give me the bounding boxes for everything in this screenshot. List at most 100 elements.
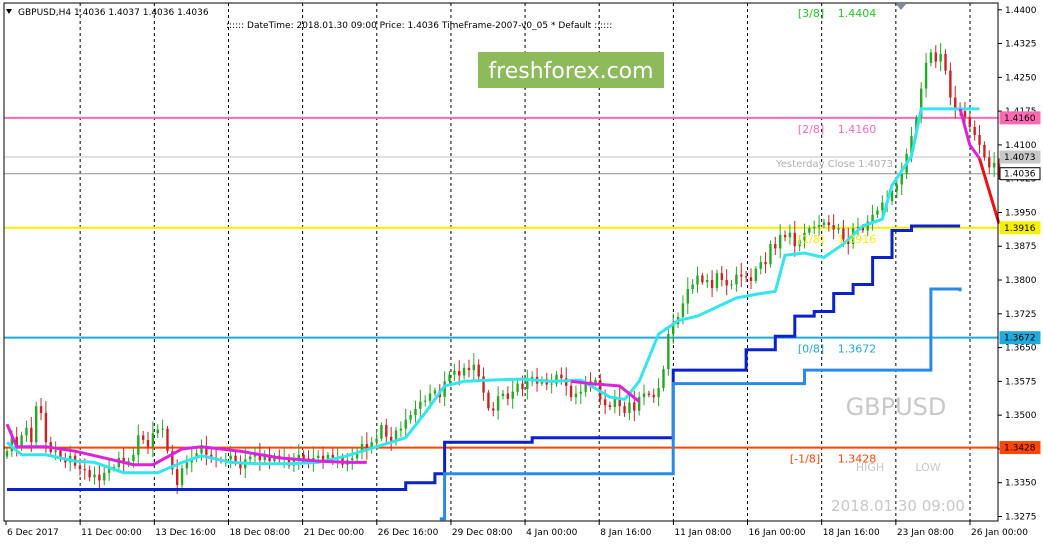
candle-body bbox=[876, 210, 879, 215]
candle-body bbox=[477, 364, 480, 377]
candle-body bbox=[496, 396, 500, 411]
candle-body bbox=[983, 144, 986, 158]
candle-body bbox=[783, 234, 787, 238]
murrey-level-value: 1.3672 bbox=[838, 343, 877, 356]
candle-body bbox=[506, 393, 510, 399]
candle-body bbox=[832, 225, 835, 230]
candle-body bbox=[482, 376, 485, 393]
candle-body bbox=[934, 52, 937, 62]
murrey-level-value: 1.4404 bbox=[838, 7, 877, 20]
murrey-level-value: 1.4160 bbox=[838, 123, 877, 136]
candle-body bbox=[837, 228, 840, 230]
chart-window[interactable]: freshforex.com GBPUSD HIGH LOW 2018.01.30 09… bbox=[0, 0, 1043, 545]
y-tick-label: 1.3500 bbox=[1005, 411, 1037, 421]
symbol-watermark: GBPUSD bbox=[846, 393, 947, 421]
murrey-level-value: 1.3428 bbox=[838, 453, 877, 466]
candle-body bbox=[817, 225, 821, 227]
candle-body bbox=[686, 289, 689, 304]
candle-body bbox=[579, 391, 583, 394]
y-tick-label: 1.3875 bbox=[1005, 242, 1037, 252]
candle-body bbox=[151, 433, 155, 447]
candle-body bbox=[83, 469, 87, 471]
x-tick-label: 26 Jan 00:00 bbox=[971, 528, 1028, 538]
candle-body bbox=[759, 262, 762, 269]
candle-body bbox=[166, 428, 169, 452]
candle-body bbox=[788, 232, 792, 238]
candle-body bbox=[54, 450, 57, 453]
candle-body bbox=[628, 402, 631, 413]
candle-body bbox=[647, 393, 651, 395]
murrey-level-label: [3/8] bbox=[798, 7, 824, 20]
candle-body bbox=[472, 364, 476, 371]
candle-body bbox=[662, 369, 665, 389]
candle-body bbox=[88, 470, 91, 478]
candle-body bbox=[5, 451, 9, 457]
candle-body bbox=[44, 412, 48, 443]
candle-body bbox=[351, 458, 354, 461]
candle-body bbox=[433, 390, 437, 394]
candle-body bbox=[735, 274, 738, 285]
candle-body bbox=[968, 116, 972, 127]
x-tick-label: 11 Dec 00:00 bbox=[81, 528, 142, 538]
candle-body bbox=[526, 381, 529, 390]
candle-body bbox=[749, 277, 753, 281]
candle-body bbox=[701, 275, 704, 283]
candle-body bbox=[696, 275, 699, 285]
candle-body bbox=[774, 243, 777, 249]
scroll-marker-icon bbox=[896, 4, 906, 10]
candle-body bbox=[978, 134, 981, 145]
candle-body bbox=[822, 222, 826, 226]
candle-body bbox=[200, 447, 203, 454]
candle-body bbox=[521, 383, 524, 390]
axis-price-badge-label: 1.3672 bbox=[1004, 334, 1036, 344]
candle-body bbox=[511, 391, 514, 399]
candle-body bbox=[706, 280, 709, 283]
candle-body bbox=[973, 126, 976, 135]
y-tick-label: 1.4325 bbox=[1005, 40, 1037, 50]
y-tick-label: 1.3575 bbox=[1005, 377, 1037, 387]
candle-body bbox=[550, 383, 553, 385]
candle-body bbox=[681, 303, 685, 317]
x-tick-label: 11 Jan 08:00 bbox=[674, 528, 731, 538]
y-tick-label: 1.3650 bbox=[1005, 344, 1037, 354]
candle-body bbox=[487, 392, 490, 409]
candle-body bbox=[691, 284, 694, 290]
murrey-level-label: [1/8] bbox=[798, 233, 824, 246]
x-tick-label: 26 Dec 16:00 bbox=[378, 528, 439, 538]
candle-body bbox=[710, 280, 714, 289]
candle-body bbox=[137, 435, 140, 455]
candle-body bbox=[453, 371, 456, 375]
candle-body bbox=[720, 273, 724, 281]
candle-body bbox=[317, 455, 320, 458]
candle-body bbox=[793, 232, 796, 247]
candle-body bbox=[769, 243, 772, 265]
candle-body bbox=[501, 393, 505, 397]
axis-price-badge-label: 1.3428 bbox=[1004, 444, 1036, 454]
candle-body bbox=[458, 371, 461, 376]
candle-body bbox=[623, 406, 626, 413]
candle-body bbox=[963, 111, 967, 117]
candle-body bbox=[30, 427, 33, 443]
candle-body bbox=[881, 202, 884, 211]
candle-body bbox=[871, 214, 874, 222]
candle-body bbox=[399, 428, 403, 431]
candle-body bbox=[740, 274, 743, 277]
y-tick-label: 1.4250 bbox=[1005, 73, 1037, 83]
x-tick-label: 21 Dec 00:00 bbox=[304, 528, 365, 538]
x-tick-label: 6 Dec 2017 bbox=[7, 528, 59, 538]
murrey-level-label: [0/8] bbox=[798, 343, 824, 356]
candle-body bbox=[380, 425, 383, 439]
axis-price-badge-label: 1.4036 bbox=[1004, 170, 1036, 180]
candle-body bbox=[813, 226, 816, 229]
candle-body bbox=[929, 52, 933, 63]
candle-body bbox=[569, 385, 573, 398]
navy-step-line bbox=[7, 224, 961, 491]
y-tick-label: 1.3800 bbox=[1005, 276, 1037, 286]
y-tick-label: 1.3275 bbox=[1005, 512, 1037, 522]
y-tick-label: 1.3725 bbox=[1005, 310, 1037, 320]
price-chart[interactable]: freshforex.comGBPUSDHIGH LOW2018.01.30 09… bbox=[0, 0, 1043, 545]
x-tick-label: 13 Dec 16:00 bbox=[155, 528, 216, 538]
murrey-level-value: 1.3916 bbox=[838, 233, 877, 246]
x-tick-label: 23 Jan 08:00 bbox=[897, 528, 954, 538]
candle-body bbox=[103, 472, 106, 481]
